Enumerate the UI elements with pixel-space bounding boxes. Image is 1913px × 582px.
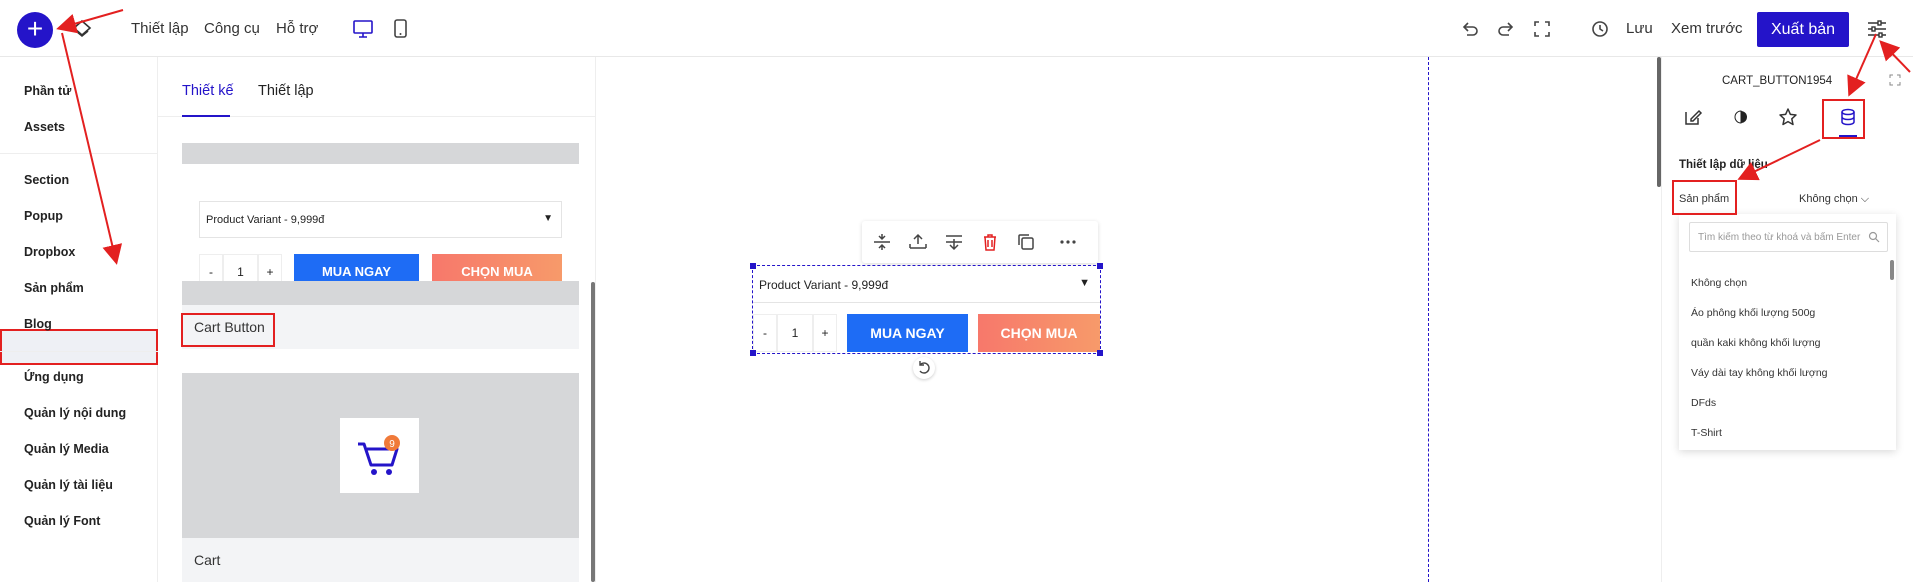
nav-item-section[interactable]: Section [24,173,69,187]
duplicate-icon[interactable] [1015,231,1037,253]
publish-button[interactable]: Xuất bản [1757,12,1849,47]
cart-element-card[interactable]: 9 Cart [182,373,579,582]
panel-scrollbar[interactable] [591,282,595,582]
annotation-box [181,313,275,347]
variant-select-value: Product Variant - 9,999đ [206,214,325,226]
cart-thumbnail: 9 [340,418,419,493]
search-placeholder: Tìm kiếm theo từ khoá và bấm Enter [1698,232,1861,243]
canvas-choose-button[interactable]: CHỌN MUA [978,314,1100,352]
annotation-box [1672,180,1737,215]
dropdown-option[interactable]: Váy dài tay không khối lượng [1691,367,1828,379]
nav-item-quan-ly-media[interactable]: Quản lý Media [24,442,109,456]
dropdown-option[interactable]: quần kaki không khối lượng [1691,337,1821,349]
selected-cart-button[interactable]: Product Variant - 9,999đ ▼ - 1 + MUA NGA… [750,263,1103,356]
preview-bottom-strip [182,281,579,305]
canvas-qty-value[interactable]: 1 [777,314,813,352]
fullscreen-icon[interactable] [1531,18,1553,40]
nav-item-phan-tu[interactable]: Phần tử [24,84,71,98]
resize-handle[interactable] [1097,263,1103,269]
top-bar: + Thiết lập Công cụ Hỗ trợ Lưu Xem trước… [0,0,1913,57]
move-down-icon[interactable] [943,231,965,253]
section-boundary [1428,57,1429,582]
shopping-cart-icon: 9 [358,435,400,475]
undo-icon[interactable] [1459,18,1481,40]
nav-item-popup[interactable]: Popup [24,209,63,223]
canvas-qty-minus[interactable]: - [753,314,777,352]
dropdown-option[interactable]: T-Shirt [1691,427,1722,439]
active-tab-indicator [182,115,230,117]
add-element-button[interactable]: + [17,12,53,48]
layers-icon[interactable] [71,18,93,40]
element-panel: Thiết kế Thiết lập Product Variant - 9,9… [158,57,596,582]
mobile-icon[interactable] [389,17,411,41]
contrast-icon[interactable] [1730,106,1752,128]
preview-button[interactable]: Xem trước [1671,20,1743,37]
nav-item-assets[interactable]: Assets [24,120,65,134]
nav-divider [0,153,158,154]
canvas-buy-now-button[interactable]: MUA NGAY [847,314,968,352]
dropdown-scrollbar[interactable] [1890,260,1894,280]
dropdown-option[interactable]: Áo phông khối lượng 500g [1691,307,1815,319]
annotation-box [1822,99,1865,139]
cart-badge: 9 [389,439,395,450]
nav-divider [0,351,158,352]
nav-item-quan-ly-noi-dung[interactable]: Quản lý nội dung [24,406,126,420]
delete-icon[interactable] [979,231,1001,253]
resize-handle[interactable] [1097,350,1103,356]
menu-cong-cu[interactable]: Công cụ [204,20,260,37]
sliders-icon[interactable] [1865,18,1889,40]
move-up-icon[interactable] [907,231,929,253]
canvas-variant-select[interactable]: Product Variant - 9,999đ ▼ [753,266,1100,303]
product-select-value: Không chọn [1799,193,1858,205]
cart-label: Cart [194,552,221,568]
app-root: + Thiết lập Công cụ Hỗ trợ Lưu Xem trước… [0,0,1913,582]
caret-down-icon: ▼ [543,213,553,224]
nav-item-quan-ly-font[interactable]: Quản lý Font [24,514,100,528]
product-select[interactable]: Không chọn ⌵ [1799,193,1869,206]
save-button[interactable]: Lưu [1626,20,1653,37]
canvas-qty-plus[interactable]: + [813,314,837,352]
plus-icon: + [26,13,44,44]
desktop-icon[interactable] [352,17,374,41]
nav-item-quan-ly-tai-lieu[interactable]: Quản lý tài liệu [24,478,113,492]
properties-panel: CART_BUTTON1954 Thiết lập dữ liệu Sản ph… [1657,57,1913,582]
left-nav: Phần tử Assets Section Popup Dropbox Sản… [0,57,158,582]
star-icon[interactable] [1777,106,1799,128]
expand-icon[interactable] [1889,74,1901,86]
more-icon[interactable] [1057,231,1079,253]
menu-thiet-lap[interactable]: Thiết lập [131,20,189,37]
cart-label-row: Cart [182,538,579,582]
tab-thiet-lap[interactable]: Thiết lập [258,83,314,99]
align-center-icon[interactable] [871,231,893,253]
history-icon[interactable] [1589,18,1611,40]
element-id-title: CART_BUTTON1954 [1722,75,1833,87]
variant-select: Product Variant - 9,999đ ▼ [199,201,562,238]
nav-item-blog[interactable]: Blog [24,317,52,331]
resize-handle[interactable] [750,263,756,269]
data-settings-heading: Thiết lập dữ liệu [1679,159,1768,171]
nav-selected-highlight [0,329,158,365]
edit-icon[interactable] [1682,106,1704,128]
dropdown-option[interactable]: DFds [1691,397,1716,409]
menu-ho-tro[interactable]: Hỗ trợ [276,20,318,37]
rotate-icon[interactable] [913,357,935,379]
tab-thiet-ke[interactable]: Thiết kế [182,83,234,99]
nav-item-ung-dung[interactable]: Ứng dụng [24,370,84,384]
nav-item-san-pham[interactable]: Sản phẩm [24,281,84,295]
search-icon [1868,231,1880,243]
nav-item-dropbox[interactable]: Dropbox [24,245,75,259]
product-dropdown: Tìm kiếm theo từ khoá và bấm Enter Không… [1679,214,1896,450]
chevron-down-icon: ⌵ [1860,193,1870,205]
canvas-variant-value: Product Variant - 9,999đ [759,278,889,292]
caret-down-icon: ▼ [1079,277,1090,289]
resize-handle[interactable] [750,350,756,356]
element-toolbar [862,221,1098,263]
editor-canvas[interactable]: Product Variant - 9,999đ ▼ - 1 + MUA NGA… [596,57,1661,582]
dropdown-option[interactable]: Không chọn [1691,277,1747,289]
canvas-scrollbar[interactable] [1657,57,1661,187]
product-search-input[interactable]: Tìm kiếm theo từ khoá và bấm Enter [1689,222,1888,252]
redo-icon[interactable] [1495,18,1517,40]
